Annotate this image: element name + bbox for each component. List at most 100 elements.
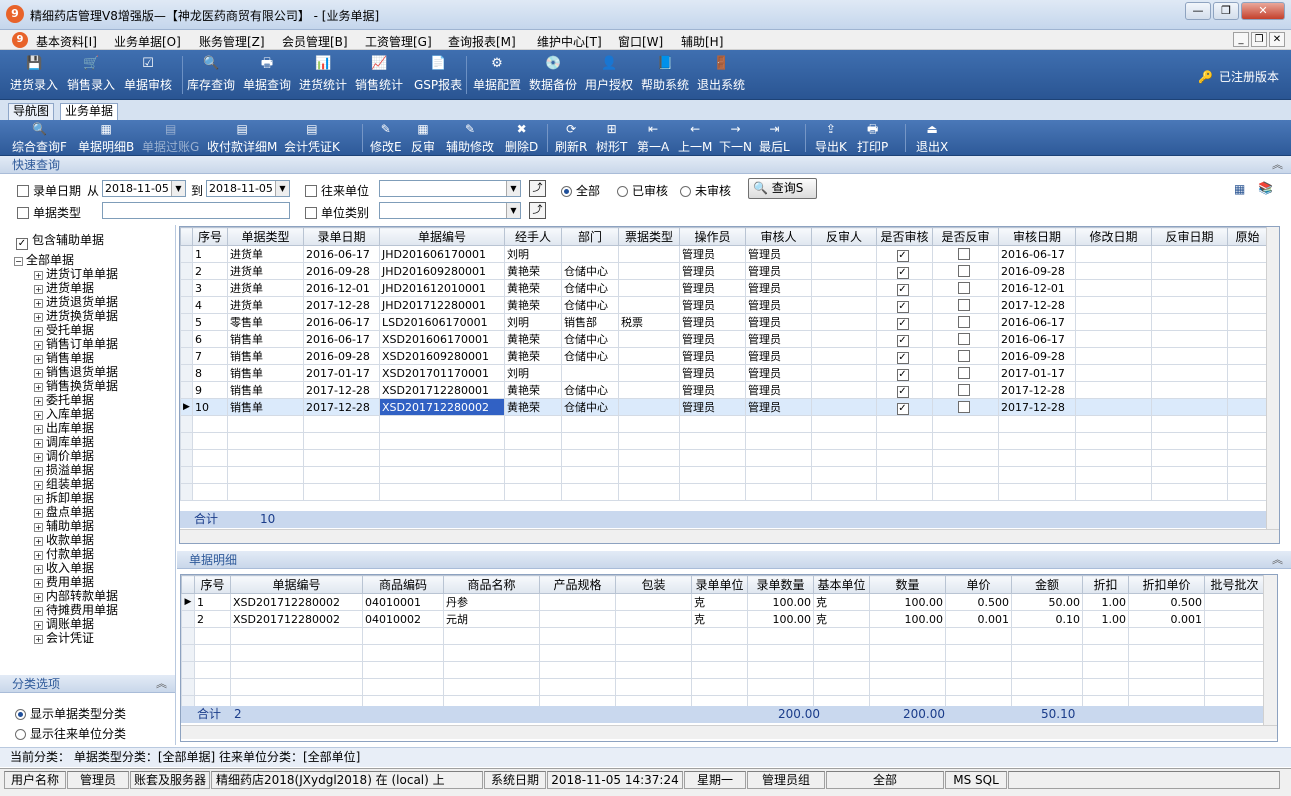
aux-edit-button[interactable]: ✎ 辅助修改 — [446, 122, 494, 154]
collapse-chevron-icon[interactable]: ︽ — [1272, 551, 1283, 569]
tab-business-bills[interactable]: 业务单据 — [60, 103, 119, 120]
minimize-button[interactable]: — — [1185, 2, 1211, 20]
table-cell[interactable]: 2016-12-01 — [998, 279, 1076, 297]
column-header[interactable]: 经手人 — [504, 227, 562, 246]
table-cell[interactable]: 2017-12-28 — [303, 296, 380, 314]
table-cell[interactable]: 销售单 — [227, 330, 304, 348]
table-cell[interactable]: 管理员 — [745, 262, 812, 280]
table-row[interactable]: ▶ 10 销售单 2017-12-28 XSD201712280002 黄艳荣 仓储中心 管理… — [180, 398, 1268, 416]
detail-column-header[interactable]: 数量 — [869, 575, 946, 594]
close-button[interactable]: ✕ — [1241, 2, 1285, 20]
tree-item[interactable]: + 销售换货单据 — [34, 379, 118, 393]
menu-account-mgmt[interactable]: 账务管理[Z] — [199, 33, 265, 50]
table-cell[interactable]: XSD201609280001 — [379, 347, 505, 365]
unit-category-checkbox[interactable]: 单位类别 — [305, 204, 369, 221]
table-cell[interactable]: JHD201606170001 — [379, 245, 505, 263]
unaudited-checkbox[interactable] — [957, 332, 970, 345]
table-cell[interactable]: 仓储中心 — [561, 262, 619, 280]
table-cell[interactable]: XSD201606170001 — [379, 330, 505, 348]
table-cell[interactable]: ✓ — [876, 262, 933, 280]
row-indicator[interactable] — [180, 262, 193, 280]
table-row[interactable]: 5 零售单 2016-06-17 LSD201606170001 刘明 销售部 税票 管理员管… — [180, 313, 1268, 331]
table-cell[interactable]: 管理员 — [679, 262, 746, 280]
purchase-stats-button[interactable]: 📊 进货统计 — [299, 54, 347, 96]
tree-item[interactable]: + 付款单据 — [34, 547, 94, 561]
detail-cell[interactable]: 04010001 — [362, 593, 444, 611]
column-header[interactable]: 部门 — [561, 227, 619, 246]
audited-checkbox[interactable]: ✓ — [896, 250, 909, 262]
tree-item[interactable]: + 拆卸单据 — [34, 491, 94, 505]
table-cell[interactable]: 销售单 — [227, 381, 304, 399]
menu-query-report[interactable]: 查询报表[M] — [448, 33, 516, 50]
table-cell[interactable]: 7 — [192, 347, 228, 365]
tree-item[interactable]: + 盘点单据 — [34, 505, 94, 519]
tree-item[interactable]: + 会计凭证 — [34, 631, 94, 645]
column-header[interactable]: 反审日期 — [1151, 227, 1228, 246]
table-cell[interactable]: 管理员 — [745, 398, 812, 416]
tree-item[interactable]: + 调账单据 — [34, 617, 94, 631]
table-cell[interactable]: 5 — [192, 313, 228, 331]
table-cell[interactable] — [1075, 262, 1152, 280]
table-cell[interactable] — [618, 245, 680, 263]
table-cell[interactable] — [1075, 330, 1152, 348]
table-cell[interactable]: JHD201712280001 — [379, 296, 505, 314]
expand-icon[interactable]: + — [34, 607, 43, 616]
tree-item[interactable]: + 委托单据 — [34, 393, 94, 407]
table-cell[interactable]: 2017-12-28 — [303, 381, 380, 399]
date-filter-checkbox[interactable]: 录单日期 — [17, 182, 81, 199]
table-cell[interactable]: 管理员 — [679, 296, 746, 314]
edit-button[interactable]: ✎ 修改E — [370, 122, 402, 154]
expand-icon[interactable]: + — [34, 509, 43, 518]
column-header[interactable]: 单据编号 — [379, 227, 505, 246]
table-cell[interactable]: 2016-06-17 — [303, 313, 380, 331]
table-cell[interactable]: 管理员 — [679, 330, 746, 348]
row-indicator[interactable] — [180, 381, 193, 399]
table-cell[interactable]: 2016-06-17 — [998, 245, 1076, 263]
bill-type-input[interactable] — [102, 202, 290, 219]
tree-item[interactable]: + 销售退货单据 — [34, 365, 118, 379]
detail-cell[interactable]: 100.00 — [747, 593, 814, 611]
table-cell[interactable]: ✓ — [876, 296, 933, 314]
unit-category-browse-button[interactable]: ⤴ — [529, 202, 546, 219]
table-cell[interactable] — [932, 330, 999, 348]
table-cell[interactable] — [1151, 313, 1228, 331]
table-cell[interactable]: 刘明 — [504, 364, 562, 382]
tree-item[interactable]: + 内部转款单据 — [34, 589, 118, 603]
row-indicator[interactable] — [181, 610, 195, 628]
expand-icon[interactable]: + — [34, 369, 43, 378]
print-button[interactable]: 🖶 打印P — [857, 122, 888, 154]
table-cell[interactable]: 管理员 — [745, 296, 812, 314]
table-cell[interactable] — [561, 245, 619, 263]
bill-query-button[interactable]: 🖶 单据查询 — [243, 54, 291, 96]
table-cell[interactable] — [561, 364, 619, 382]
table-cell[interactable]: 3 — [192, 279, 228, 297]
detail-cell[interactable] — [615, 593, 692, 611]
table-cell[interactable] — [1227, 381, 1268, 399]
payment-detail-button[interactable]: ▤ 收付款详细M — [207, 122, 277, 154]
expand-icon[interactable]: + — [34, 551, 43, 560]
table-cell[interactable] — [618, 262, 680, 280]
include-aux-checkbox[interactable]: ✓ 包含辅助单据 — [16, 231, 104, 250]
expand-icon[interactable]: + — [34, 439, 43, 448]
table-cell[interactable]: ✓ — [876, 398, 933, 416]
table-cell[interactable] — [1227, 279, 1268, 297]
tree-item[interactable]: + 调价单据 — [34, 449, 94, 463]
expand-icon[interactable]: + — [34, 481, 43, 490]
column-header[interactable]: 是否反审 — [932, 227, 999, 246]
radio-all[interactable]: 全部 — [561, 182, 600, 199]
opt-bill-type-radio[interactable]: 显示单据类型分类 — [15, 705, 126, 722]
column-header[interactable]: 是否审核 — [876, 227, 933, 246]
table-row[interactable]: 6 销售单 2016-06-17 XSD201606170001 黄艳荣 仓储中心 管理员管… — [180, 330, 1268, 348]
stock-query-button[interactable]: 🔍 库存查询 — [187, 54, 235, 96]
bill-type-checkbox[interactable]: 单据类型 — [17, 204, 81, 221]
partner-browse-button[interactable]: ⤴ — [529, 180, 546, 197]
detail-column-header[interactable]: 单价 — [945, 575, 1012, 594]
table-cell[interactable]: 管理员 — [745, 330, 812, 348]
table-cell[interactable]: 仓储中心 — [561, 381, 619, 399]
tree-item[interactable]: + 销售单据 — [34, 351, 94, 365]
detail-cell[interactable] — [539, 610, 616, 628]
table-cell[interactable]: 管理员 — [679, 398, 746, 416]
prev-record-button[interactable]: ← 上一M — [678, 122, 712, 154]
table-cell[interactable] — [932, 262, 999, 280]
expand-icon[interactable]: + — [34, 271, 43, 280]
